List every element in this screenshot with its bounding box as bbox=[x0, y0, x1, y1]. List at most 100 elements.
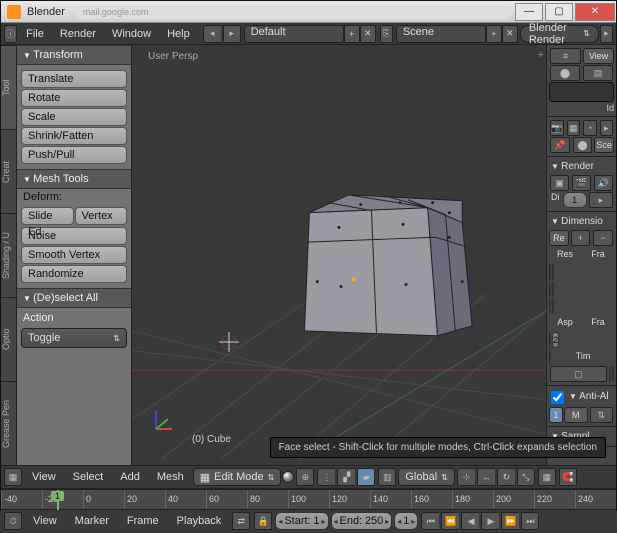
transform-orientation-dropdown[interactable]: Global ⇅ bbox=[398, 468, 455, 486]
render-panel-header[interactable]: Render bbox=[549, 159, 614, 174]
scene-field[interactable]: Scene bbox=[396, 25, 486, 43]
layers-button[interactable]: ▦ bbox=[538, 468, 556, 486]
preset-remove-icon[interactable]: − bbox=[593, 230, 613, 246]
mode-selector[interactable]: ▦ Edit Mode ⇅ bbox=[193, 468, 282, 486]
context-scene-icon[interactable]: ⬤ bbox=[573, 137, 593, 153]
meshtools-panel-header[interactable]: Mesh Tools bbox=[17, 169, 131, 189]
frame-end-field[interactable] bbox=[552, 281, 554, 297]
aspect-y-field[interactable] bbox=[549, 349, 551, 365]
prop-layers-icon[interactable]: ▦ bbox=[567, 120, 581, 136]
vtab-options[interactable]: Optio bbox=[1, 297, 16, 381]
window-maximize-button[interactable]: ▢ bbox=[545, 3, 573, 21]
info-editor-icon[interactable]: ⓘ bbox=[4, 25, 17, 43]
aa-mitchell[interactable]: M bbox=[564, 407, 588, 423]
view3d-menu-add[interactable]: Add bbox=[112, 466, 148, 488]
fps-field[interactable]: 2 bbox=[552, 332, 559, 348]
shading-mode-icon[interactable] bbox=[282, 471, 294, 483]
outliner-area[interactable] bbox=[549, 82, 614, 102]
limit-selection-icon[interactable]: ▥ bbox=[378, 468, 396, 486]
action-dropdown[interactable]: Toggle ⇅ bbox=[21, 328, 127, 348]
keyframe-next-button[interactable]: ⏩ bbox=[501, 512, 519, 530]
antialias-panel-header[interactable]: Anti-Al bbox=[567, 389, 614, 406]
pin-icon[interactable]: 📌 bbox=[550, 137, 570, 153]
timeline-menu-view[interactable]: View bbox=[25, 510, 65, 532]
window-minimize-button[interactable]: — bbox=[515, 3, 543, 21]
screen-layout-field[interactable]: Default bbox=[244, 25, 344, 43]
scale-button[interactable]: Scale bbox=[21, 108, 127, 126]
rotate-button[interactable]: Rotate bbox=[21, 89, 127, 107]
timeline-ruler[interactable]: -40 -20 0 20 40 60 80 100 120 140 160 18… bbox=[1, 490, 616, 510]
range-toggle-icon[interactable]: ⇄ bbox=[232, 512, 250, 530]
face-select-mode[interactable]: ▰ bbox=[357, 468, 375, 486]
prop-world-icon[interactable]: ▸ bbox=[600, 120, 614, 136]
deselect-panel-header[interactable]: (De)select All bbox=[17, 288, 131, 308]
vtab-shading[interactable]: Shading / U bbox=[1, 213, 16, 297]
jump-start-button[interactable]: ⏮ bbox=[421, 512, 439, 530]
view3d-editor-icon[interactable]: ▦ bbox=[4, 468, 22, 486]
view3d-menu-view[interactable]: View bbox=[24, 466, 64, 488]
view-menu-right[interactable]: View bbox=[583, 48, 614, 64]
timeline-menu-playback[interactable]: Playback bbox=[169, 510, 230, 532]
vtab-create[interactable]: Creat bbox=[1, 129, 16, 213]
scene-remove-button[interactable]: ✕ bbox=[502, 25, 518, 43]
antialias-checkbox[interactable] bbox=[551, 391, 564, 404]
vtab-tool[interactable]: Tool bbox=[1, 45, 16, 129]
scene-add-button[interactable]: + bbox=[486, 25, 502, 43]
translate-button[interactable]: Translate bbox=[21, 70, 127, 88]
slide-vertex-button[interactable]: Vertex bbox=[75, 207, 128, 225]
play-button[interactable]: ▶ bbox=[481, 512, 499, 530]
res-pct-field[interactable] bbox=[549, 298, 551, 314]
res-y-field[interactable] bbox=[549, 281, 551, 297]
aa-sample-active[interactable]: 1 bbox=[549, 407, 563, 423]
preset-add-icon[interactable]: + bbox=[571, 230, 591, 246]
display-value[interactable]: 1 bbox=[563, 192, 587, 208]
current-frame-field[interactable]: 1 bbox=[394, 512, 418, 530]
auto-keyframe-icon[interactable]: 🔒 bbox=[254, 512, 272, 530]
old-map-field[interactable] bbox=[609, 366, 611, 382]
res-x-field[interactable] bbox=[549, 264, 551, 280]
viewport-plus-icon[interactable]: + bbox=[538, 49, 544, 61]
display-lock-icon[interactable]: ▸ bbox=[589, 192, 613, 208]
view3d-menu-select[interactable]: Select bbox=[65, 466, 112, 488]
layout-remove-button[interactable]: ✕ bbox=[360, 25, 376, 43]
timeline-menu-marker[interactable]: Marker bbox=[67, 510, 117, 532]
scene-browse-icon[interactable]: ⎘ bbox=[380, 25, 393, 43]
vertex-select-mode[interactable]: ⋮ bbox=[317, 468, 335, 486]
layout-add-button[interactable]: + bbox=[344, 25, 360, 43]
aa-size-icon[interactable]: ⇅ bbox=[590, 407, 614, 423]
menu-help[interactable]: Help bbox=[159, 23, 198, 45]
prop-render-icon[interactable]: 📷 bbox=[550, 120, 564, 136]
manipulator-toggle[interactable]: ⊹ bbox=[457, 468, 475, 486]
render-audio-button[interactable]: 🔊 bbox=[594, 175, 613, 191]
frame-step-field[interactable] bbox=[552, 298, 554, 314]
vtab-grease[interactable]: Grease Pen bbox=[1, 381, 16, 465]
manip-rotate-icon[interactable]: ↻ bbox=[497, 468, 515, 486]
play-reverse-button[interactable]: ◀ bbox=[461, 512, 479, 530]
dimensions-panel-header[interactable]: Dimensio bbox=[549, 214, 614, 229]
render-preset-dropdown[interactable]: Re bbox=[549, 230, 569, 246]
frame-end-field[interactable]: End: 250 bbox=[331, 512, 393, 530]
jump-end-button[interactable]: ⏭ bbox=[521, 512, 539, 530]
noise-button[interactable]: Noise bbox=[21, 227, 127, 245]
border-toggle[interactable]: ▢ bbox=[550, 366, 607, 382]
view3d-menu-mesh[interactable]: Mesh bbox=[149, 466, 192, 488]
back-button[interactable]: ◂ bbox=[203, 25, 221, 43]
top-collapse-icon[interactable]: ▸ bbox=[600, 25, 613, 43]
render-image-button[interactable]: ▣ bbox=[550, 175, 569, 191]
push-pull-button[interactable]: Push/Pull bbox=[21, 146, 127, 164]
render-anim-button[interactable]: 🎬 bbox=[572, 175, 591, 191]
edge-select-mode[interactable]: ▞ bbox=[337, 468, 355, 486]
pivot-point-dropdown[interactable]: ⊕ bbox=[296, 468, 314, 486]
new-map-field[interactable] bbox=[612, 366, 614, 382]
outliner-scene-icon[interactable]: ⬤ bbox=[550, 65, 580, 81]
forward-button[interactable]: ▸ bbox=[223, 25, 241, 43]
3d-viewport[interactable]: User Persp bbox=[132, 45, 546, 465]
render-engine-dropdown[interactable]: Blender Render ⇅ bbox=[520, 25, 599, 43]
timeline-editor-icon[interactable]: ⏱ bbox=[4, 512, 22, 530]
smooth-vertex-button[interactable]: Smooth Vertex bbox=[21, 246, 127, 264]
expand-icon[interactable]: ▤ bbox=[583, 65, 613, 81]
menu-file[interactable]: File bbox=[18, 23, 52, 45]
randomize-button[interactable]: Randomize bbox=[21, 265, 127, 283]
snap-toggle[interactable]: 🧲 bbox=[559, 468, 577, 486]
frame-start-field[interactable] bbox=[552, 264, 554, 280]
